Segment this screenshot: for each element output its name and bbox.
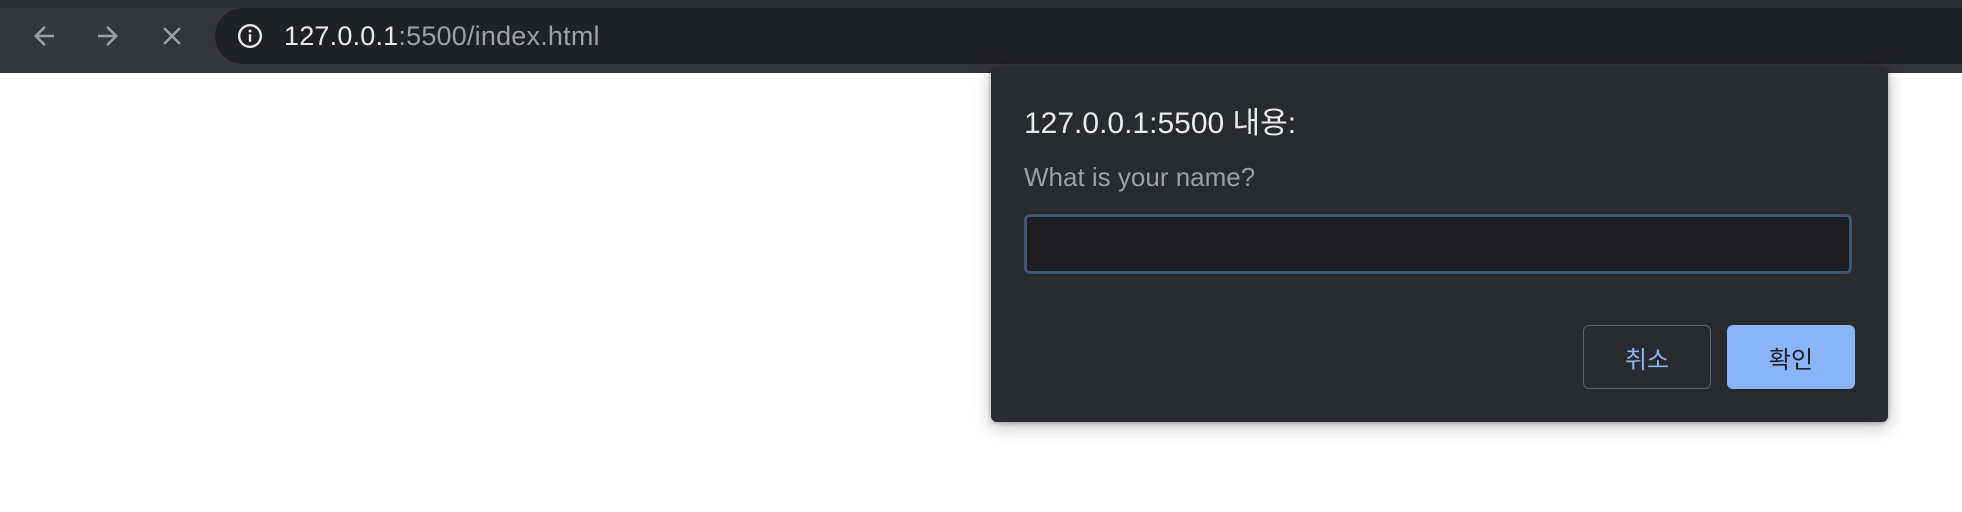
arrow-right-icon <box>98 26 118 46</box>
dialog-title: 127.0.0.1:5500 내용: <box>1024 107 1297 140</box>
url-host: 127.0.0.1 <box>284 21 399 51</box>
url-path: :5500/index.html <box>398 21 600 51</box>
close-icon <box>163 27 181 45</box>
cancel-button[interactable]: 취소 <box>1583 325 1711 389</box>
info-icon[interactable] <box>237 23 263 49</box>
name-input[interactable] <box>1024 214 1852 274</box>
url-text[interactable]: 127.0.0.1:5500/index.html <box>284 8 600 64</box>
forward-button[interactable] <box>86 14 130 58</box>
tab-strip-edge <box>0 0 1962 8</box>
stop-loading-button[interactable] <box>150 14 194 58</box>
address-bar[interactable]: 127.0.0.1:5500/index.html <box>215 8 1962 64</box>
arrow-left-icon <box>34 26 54 46</box>
prompt-dialog: 127.0.0.1:5500 내용: What is your name? 취소… <box>991 66 1888 422</box>
back-button[interactable] <box>22 14 66 58</box>
dialog-message: What is your name? <box>1024 162 1256 192</box>
ok-button[interactable]: 확인 <box>1727 325 1855 389</box>
browser-toolbar: 127.0.0.1:5500/index.html <box>0 0 1962 73</box>
